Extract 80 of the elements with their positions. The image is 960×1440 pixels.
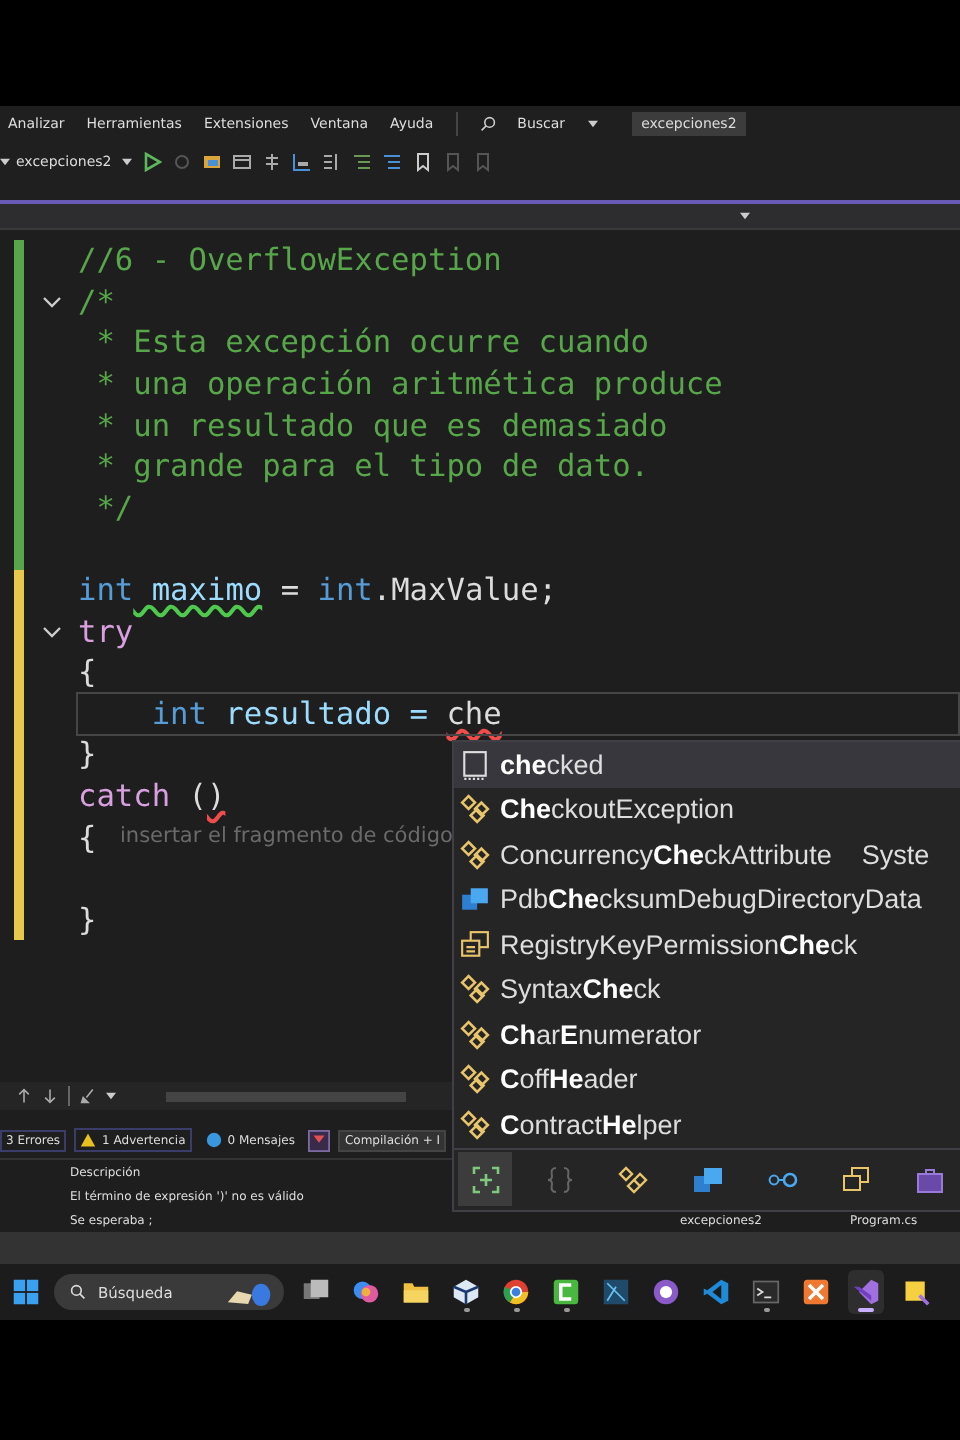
circle-app-icon: [652, 1278, 680, 1306]
info-icon: [205, 1132, 222, 1148]
c-letter-icon: [552, 1278, 580, 1306]
note-icon: [902, 1278, 930, 1306]
squares-icon: [460, 884, 490, 915]
diamonds-icon: [460, 1109, 490, 1140]
folder-icon: [402, 1278, 430, 1306]
fold-icon[interactable]: [41, 295, 61, 308]
snippet-icon: [469, 1163, 501, 1195]
square-icon: [460, 749, 490, 780]
pen-icon: [602, 1278, 630, 1306]
grid-icon[interactable]: [261, 151, 282, 171]
completion-item[interactable]: PdbChecksumDebugDirectoryData: [454, 877, 960, 922]
caret-icon: [121, 157, 132, 165]
caret-icon[interactable]: [740, 212, 750, 220]
diamonds-icon: [460, 974, 490, 1005]
folder-icon[interactable]: [201, 151, 222, 171]
diamonds-icon: [460, 1064, 490, 1095]
squares-icon: [691, 1163, 723, 1195]
fold-icon[interactable]: [41, 625, 61, 638]
code-line: //6 - OverflowException: [78, 240, 502, 281]
terminal-icon: [752, 1278, 780, 1306]
diamonds-icon: [460, 794, 490, 825]
window-icon[interactable]: [231, 151, 252, 171]
code-line: int resultado = che: [78, 693, 958, 734]
code-line: {: [78, 652, 97, 693]
code-line: try: [78, 611, 134, 652]
cube-icon: [452, 1278, 480, 1306]
browser-icon: [502, 1278, 530, 1306]
completion-item[interactable]: CoffHeader: [454, 1057, 960, 1102]
completion-item[interactable]: checked: [454, 742, 960, 787]
completion-item[interactable]: ContractHelper: [454, 1102, 960, 1147]
down-arrow-icon[interactable]: [42, 1088, 58, 1104]
code-line: * un resultado que es demasiado: [94, 405, 668, 446]
search-icon: [70, 1284, 86, 1300]
code-line: catch (): [78, 776, 226, 817]
code-line: * Esta excepción ocurre cuando: [94, 322, 649, 363]
scrollbar[interactable]: [166, 1091, 406, 1101]
search-highlight-icon: [226, 1279, 274, 1305]
code-line: }: [78, 734, 97, 775]
caret-icon: [106, 1092, 116, 1100]
filter-button[interactable]: [458, 1152, 512, 1206]
diamonds-icon: [460, 839, 490, 870]
briefcase-icon: [913, 1163, 945, 1195]
code-line: int maximo = int.MaxValue;: [78, 570, 557, 611]
play-icon[interactable]: [141, 151, 162, 171]
caret-icon: [0, 157, 10, 165]
taskbar-app[interactable]: [848, 1270, 884, 1314]
diamonds-icon: [617, 1163, 649, 1195]
search-icon: [479, 116, 496, 132]
align-icon[interactable]: [291, 151, 312, 171]
warning-icon: [80, 1132, 97, 1148]
uncomment-icon[interactable]: [381, 151, 402, 171]
code-line: * grande para el tipo de dato.: [94, 446, 649, 487]
code-line: /*: [78, 281, 115, 322]
windows-icon[interactable]: [12, 1278, 40, 1306]
completion-item[interactable]: RegistryKeyPermissionCheck: [454, 922, 960, 967]
comment-icon[interactable]: [351, 151, 372, 171]
up-arrow-icon[interactable]: [16, 1088, 32, 1104]
completion-item[interactable]: ConcurrencyCheckAttribute Syste: [454, 832, 960, 877]
completion-item[interactable]: SyntaxCheck: [454, 967, 960, 1012]
format-icon[interactable]: [321, 151, 342, 171]
stacked-boxes-icon: [839, 1163, 871, 1195]
code-line: }: [78, 899, 97, 940]
code-line: {: [78, 817, 97, 858]
code-line: */: [94, 487, 134, 528]
completion-item[interactable]: CheckoutException: [454, 787, 960, 832]
filter-icon[interactable]: [308, 1129, 331, 1151]
code-line: * una operación aritmética produce: [94, 364, 723, 405]
caret-icon: [587, 120, 598, 128]
completion-item[interactable]: CharEnumerator: [454, 1012, 960, 1057]
diamonds-icon: [460, 1019, 490, 1050]
swirl-icon: [352, 1278, 380, 1306]
stacked-boxes-icon: [460, 929, 490, 960]
braces-icon: [543, 1163, 575, 1195]
snippet-tooltip: insertar el fragmento de código: [116, 824, 457, 848]
ide-icon: [852, 1278, 880, 1306]
bookmark-icon[interactable]: [411, 151, 432, 171]
code-editor-icon: [702, 1278, 730, 1306]
cross-app-icon: [802, 1278, 830, 1306]
